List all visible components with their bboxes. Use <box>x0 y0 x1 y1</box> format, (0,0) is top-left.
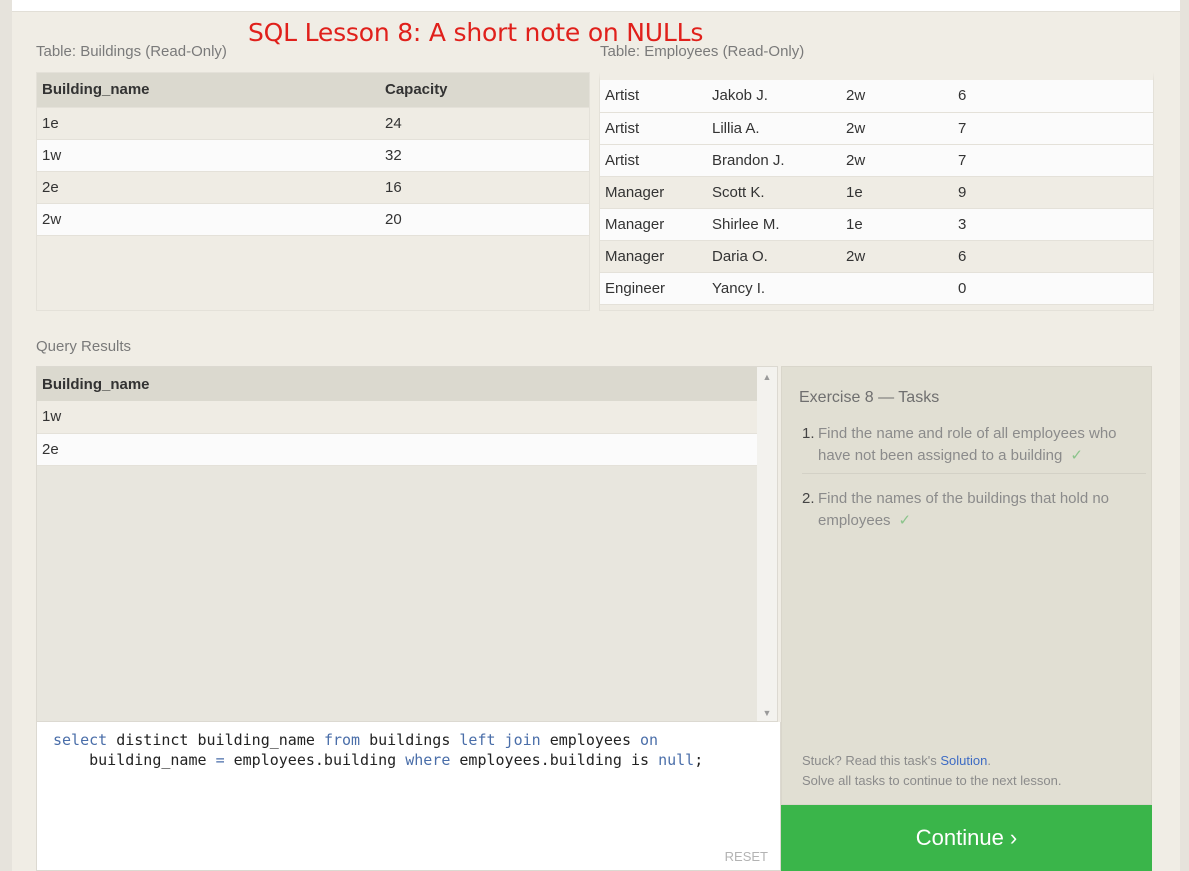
continue-button[interactable]: Continue › <box>781 805 1152 871</box>
sql-keyword: left join <box>459 731 541 749</box>
sql-text: employees.building is <box>450 751 659 769</box>
table-row: 1w <box>37 401 759 434</box>
table-cell: 1e <box>37 107 380 140</box>
table-row: Manager Daria O. 2w 6 <box>600 240 1153 273</box>
query-results-caption: Query Results <box>36 338 132 355</box>
sql-text: employees.building <box>224 751 406 769</box>
table-cell: Manager <box>600 240 707 273</box>
table-cell <box>841 272 953 305</box>
table-row: 2e 16 <box>37 171 589 204</box>
table-cell: Artist <box>600 144 707 177</box>
table-row: 2w 20 <box>37 203 589 236</box>
table-cell: 16 <box>380 171 589 204</box>
query-results-table: Building_name 1w 2e <box>37 367 759 466</box>
sql-text: buildings <box>360 731 460 749</box>
table-cell: 0 <box>953 272 1153 305</box>
checkmark-icon: ✓ <box>898 512 912 529</box>
table-cell: Artist <box>600 112 707 145</box>
sql-keyword: where <box>405 751 451 769</box>
table-cell: 7 <box>953 112 1153 145</box>
table-row: Artist Brandon J. 2w 7 <box>600 144 1153 177</box>
tasks-pane: Exercise 8 — Tasks 1. Find the name and … <box>781 366 1152 805</box>
table-row: Manager Shirlee M. 1e 3 <box>600 208 1153 241</box>
table-cell: 2e <box>37 433 759 466</box>
sql-keyword: from <box>323 731 361 749</box>
employees-table: Artist Jakob J. 2w 6 Artist Lillia A. 2w… <box>599 72 1154 311</box>
sql-editor[interactable]: select distinct building_name from build… <box>36 722 781 871</box>
table-row: 1e 24 <box>37 107 589 140</box>
table-row: Manager Scott K. 1e 9 <box>600 176 1153 209</box>
table-cell: 1e <box>841 176 953 209</box>
overlay-title: SQL Lesson 8: A short note on NULLs <box>248 18 704 47</box>
table-cell: Jakob J. <box>707 80 841 113</box>
sql-keyword: = <box>215 751 225 769</box>
solution-link[interactable]: Solution <box>940 753 987 768</box>
table-cell: 24 <box>380 107 589 140</box>
solve-all-note: Solve all tasks to continue to the next … <box>802 773 1062 788</box>
stuck-suffix: . <box>987 753 991 768</box>
table-cell: Lillia A. <box>707 112 841 145</box>
top-bar <box>12 0 1180 12</box>
checkmark-icon: ✓ <box>1070 447 1083 464</box>
table-cell: 2w <box>841 240 953 273</box>
query-results-pane: Building_name 1w 2e ▲ ▼ <box>36 366 778 722</box>
table-cell: 9 <box>953 176 1153 209</box>
table-cell: Scott K. <box>707 176 841 209</box>
table-cell: 2w <box>37 203 380 236</box>
column-header-building-name: Building_name <box>37 367 759 401</box>
table-cell: Yancy I. <box>707 272 841 305</box>
table-row: 2e <box>37 433 759 466</box>
table-cell: Shirlee M. <box>707 208 841 241</box>
table-cell: Engineer <box>600 272 707 305</box>
sql-keyword: on <box>640 731 659 749</box>
column-header-capacity: Capacity <box>380 73 589 108</box>
table-cell: 1e <box>841 208 953 241</box>
table-cell: Daria O. <box>707 240 841 273</box>
sql-code[interactable]: select distinct building_name from build… <box>53 730 703 770</box>
table-row: Engineer Yancy I. 0 <box>600 272 1153 305</box>
table-row: Artist Jakob J. 2w 6 <box>600 80 1153 113</box>
task-list: 1. Find the name and role of all employe… <box>802 423 1146 548</box>
table-cell: 1w <box>37 139 380 172</box>
table-row: 1w 32 <box>37 139 589 172</box>
table-cell: Manager <box>600 176 707 209</box>
sql-text: building_name <box>53 751 216 769</box>
stuck-prefix: Stuck? Read this task's <box>802 753 941 768</box>
reset-button[interactable]: RESET <box>725 849 768 864</box>
table-cell: Manager <box>600 208 707 241</box>
results-scrollbar[interactable]: ▲ ▼ <box>757 367 777 721</box>
column-header-building-name: Building_name <box>37 73 380 108</box>
task-number: 1. <box>802 425 815 442</box>
task-item: 2. Find the names of the buildings that … <box>802 484 1146 538</box>
sql-text: distinct building_name <box>107 731 324 749</box>
table-cell: 32 <box>380 139 589 172</box>
sql-keyword: null <box>658 751 695 769</box>
lesson-page: SQL Lesson 8: A short note on NULLs Tabl… <box>12 0 1180 871</box>
table-row: Artist Lillia A. 2w 7 <box>600 112 1153 145</box>
tasks-title: Exercise 8 — Tasks <box>799 389 940 406</box>
table-cell: 20 <box>380 203 589 236</box>
scroll-down-arrow-icon[interactable]: ▼ <box>762 708 772 718</box>
table-cell: 2w <box>841 80 953 113</box>
task-text: Find the names of the buildings that hol… <box>818 490 1110 529</box>
scroll-up-arrow-icon[interactable]: ▲ <box>762 372 772 382</box>
task-number: 2. <box>802 490 815 507</box>
table-cell: 7 <box>953 144 1153 177</box>
help-text: Stuck? Read this task's Solution. Solve … <box>802 751 1061 791</box>
task-item: 1. Find the name and role of all employe… <box>802 423 1146 474</box>
buildings-table: Building_name Capacity 1e 24 1w 32 2e 16 <box>36 72 590 311</box>
table-cell: 2w <box>841 112 953 145</box>
table-cell: 6 <box>953 240 1153 273</box>
table-cell: 2e <box>37 171 380 204</box>
table-cell: 1w <box>37 401 759 434</box>
sql-text: employees <box>540 731 641 749</box>
table-cell: 6 <box>953 80 1153 113</box>
table-cell: 3 <box>953 208 1153 241</box>
table-cell: Brandon J. <box>707 144 841 177</box>
table-cell: 2w <box>841 144 953 177</box>
sql-keyword: select <box>53 731 108 749</box>
table-cell: Artist <box>600 80 707 113</box>
sql-text: ; <box>694 751 704 769</box>
buildings-table-caption: Table: Buildings (Read-Only) <box>36 43 227 60</box>
